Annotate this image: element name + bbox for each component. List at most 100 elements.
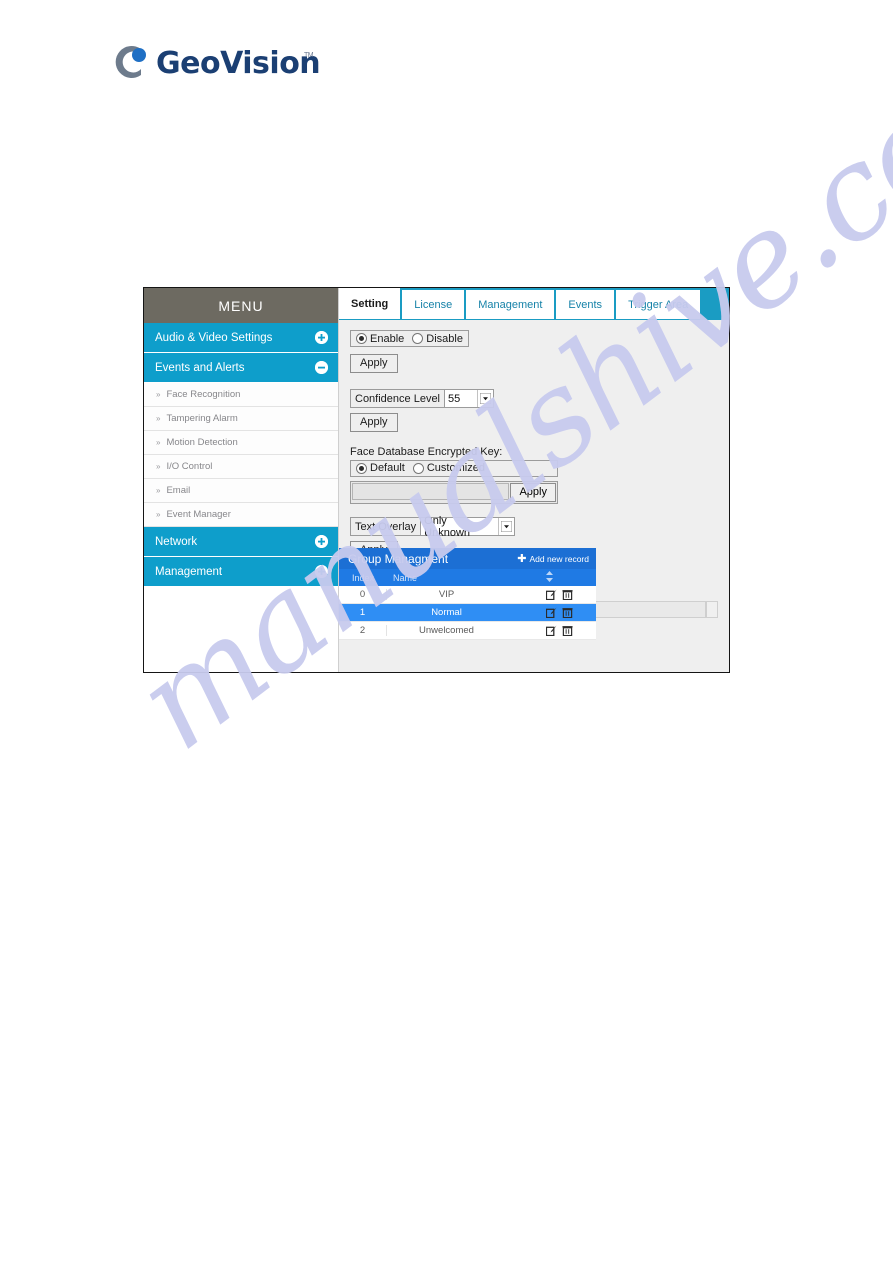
radio-enable[interactable]: Enable	[356, 333, 404, 345]
radio-default[interactable]: Default	[356, 462, 405, 474]
sidebar-item-label: Motion Detection	[166, 437, 238, 448]
logo-wordmark: GeoVision	[156, 46, 321, 81]
sidebar-item-io-control[interactable]: » I/O Control	[144, 455, 338, 479]
tab-trigger-area[interactable]: Trigger Area	[616, 290, 701, 319]
tab-events[interactable]: Events	[556, 290, 615, 319]
plus-icon[interactable]	[315, 331, 328, 344]
sidebar-group-management[interactable]: Management	[144, 557, 338, 587]
column-header-index[interactable]: Index	[339, 573, 387, 583]
sort-updown-icon[interactable]	[545, 571, 554, 584]
tab-label: License	[414, 298, 453, 311]
add-new-record-button[interactable]: ✚ Add new record	[517, 552, 589, 565]
row-name: Normal	[431, 607, 462, 618]
table-row[interactable]: 1 Normal	[339, 604, 596, 622]
sidebar-group-audio-video-settings[interactable]: Audio & Video Settings	[144, 323, 338, 353]
sidebar-group-events-and-alerts[interactable]: Events and Alerts	[144, 353, 338, 383]
camera-web-ui-panel: MENU Audio & Video Settings Events and A…	[143, 287, 730, 673]
encrypted-key-row: Apply	[350, 480, 558, 504]
tab-management[interactable]: Management	[466, 290, 555, 319]
chevron-right-icon: »	[156, 486, 161, 495]
row-index: 0	[339, 589, 387, 600]
text-overlay-value[interactable]: Only Unknown	[421, 515, 499, 539]
geovision-logo-mark	[115, 46, 146, 78]
encrypted-key-radio-group[interactable]: Default Customized	[350, 459, 558, 477]
radio-disable[interactable]: Disable	[412, 333, 463, 345]
group-management-table-header: Index Name	[339, 569, 596, 586]
apply-button-confidence-level[interactable]: Apply	[350, 412, 398, 432]
encrypted-key-heading: Face Database Encrypted Key:	[350, 445, 503, 458]
row-name: VIP	[438, 589, 455, 600]
radio-enable-label: Enable	[370, 332, 405, 345]
delete-icon[interactable]	[562, 625, 573, 636]
sidebar-item-event-manager[interactable]: » Event Manager	[144, 503, 338, 527]
add-new-record-label: Add new record	[529, 553, 589, 564]
chevron-right-icon: »	[156, 414, 161, 423]
table-row[interactable]: 0 VIP	[339, 586, 596, 604]
edit-icon[interactable]	[546, 607, 557, 618]
sidebar-item-label: Tampering Alarm	[166, 413, 238, 424]
plus-icon[interactable]	[315, 535, 328, 548]
edit-icon[interactable]	[546, 589, 557, 600]
sidebar-item-motion-detection[interactable]: » Motion Detection	[144, 431, 338, 455]
text-overlay-control[interactable]: Text Overlay Only Unknown	[350, 515, 516, 539]
chevron-down-icon[interactable]	[477, 390, 494, 407]
row-actions	[546, 607, 596, 618]
sidebar-item-email[interactable]: » Email	[144, 479, 338, 503]
tab-label: Setting	[351, 297, 389, 310]
group-management-panel: Group Managment ✚ Add new record Index N…	[339, 548, 596, 640]
confidence-level-control[interactable]: Confidence Level 55	[350, 389, 495, 408]
content-scrollbar[interactable]	[706, 601, 718, 618]
confidence-level-label: Confidence Level	[351, 390, 446, 407]
sidebar-group-label: Audio & Video Settings	[155, 331, 273, 344]
chevron-down-icon[interactable]	[498, 518, 515, 535]
confidence-level-value[interactable]: 55	[445, 390, 478, 407]
logo-trademark: TM	[304, 52, 314, 59]
radio-dot-icon	[412, 333, 424, 344]
group-management-title: Group Managment	[348, 551, 449, 566]
sidebar-group-label: Network	[155, 535, 198, 548]
radio-default-label: Default	[370, 462, 405, 474]
sidebar-item-label: Face Recognition	[166, 389, 241, 400]
radio-dot-icon	[412, 462, 424, 474]
edit-icon[interactable]	[546, 625, 557, 636]
sidebar: MENU Audio & Video Settings Events and A…	[144, 288, 339, 672]
table-row[interactable]: 2 Unwelcomed	[339, 622, 596, 640]
tab-license[interactable]: License	[402, 290, 465, 319]
sidebar-group-label: Events and Alerts	[155, 361, 245, 374]
plus-icon[interactable]	[315, 565, 328, 578]
sidebar-item-label: I/O Control	[166, 461, 213, 472]
sidebar-group-label: Management	[155, 565, 223, 578]
tab-label: Trigger Area	[628, 298, 689, 311]
tab-label: Events	[568, 298, 603, 311]
encrypted-key-input[interactable]	[352, 482, 510, 500]
column-header-name[interactable]: Name	[387, 571, 596, 584]
geovision-logo: GeoVision TM	[108, 42, 378, 88]
chevron-right-icon: »	[156, 510, 161, 519]
chevron-right-icon: »	[156, 390, 161, 399]
plus-icon: ✚	[517, 552, 527, 565]
setting-form: Enable Disable Apply Confidence Level 55	[339, 320, 729, 640]
delete-icon[interactable]	[562, 589, 573, 600]
sidebar-item-label: Event Manager	[166, 509, 231, 520]
row-actions	[546, 625, 596, 636]
sidebar-group-network[interactable]: Network	[144, 527, 338, 557]
row-actions	[546, 589, 596, 600]
radio-dot-icon	[356, 462, 367, 474]
apply-button-encrypted-key[interactable]: Apply	[510, 482, 556, 502]
tab-setting[interactable]: Setting	[339, 288, 401, 319]
tab-label: Management	[478, 298, 543, 311]
enable-disable-radio-group[interactable]: Enable Disable	[350, 330, 469, 347]
group-management-header: Group Managment ✚ Add new record	[339, 548, 596, 569]
delete-icon[interactable]	[562, 607, 573, 618]
radio-customized[interactable]: Customized	[412, 462, 485, 474]
tabbar: Setting License Management Events Trigge…	[339, 288, 729, 320]
sidebar-empty-space	[144, 587, 338, 672]
radio-dot-icon	[356, 333, 367, 344]
sidebar-header-label: MENU	[218, 297, 264, 314]
apply-button-enable-disable[interactable]: Apply	[350, 353, 398, 373]
chevron-right-icon: »	[156, 462, 161, 471]
sidebar-item-tampering-alarm[interactable]: » Tampering Alarm	[144, 407, 338, 431]
minus-icon[interactable]	[315, 361, 328, 374]
row-index: 1	[339, 607, 387, 618]
sidebar-item-face-recognition[interactable]: » Face Recognition	[144, 383, 338, 407]
